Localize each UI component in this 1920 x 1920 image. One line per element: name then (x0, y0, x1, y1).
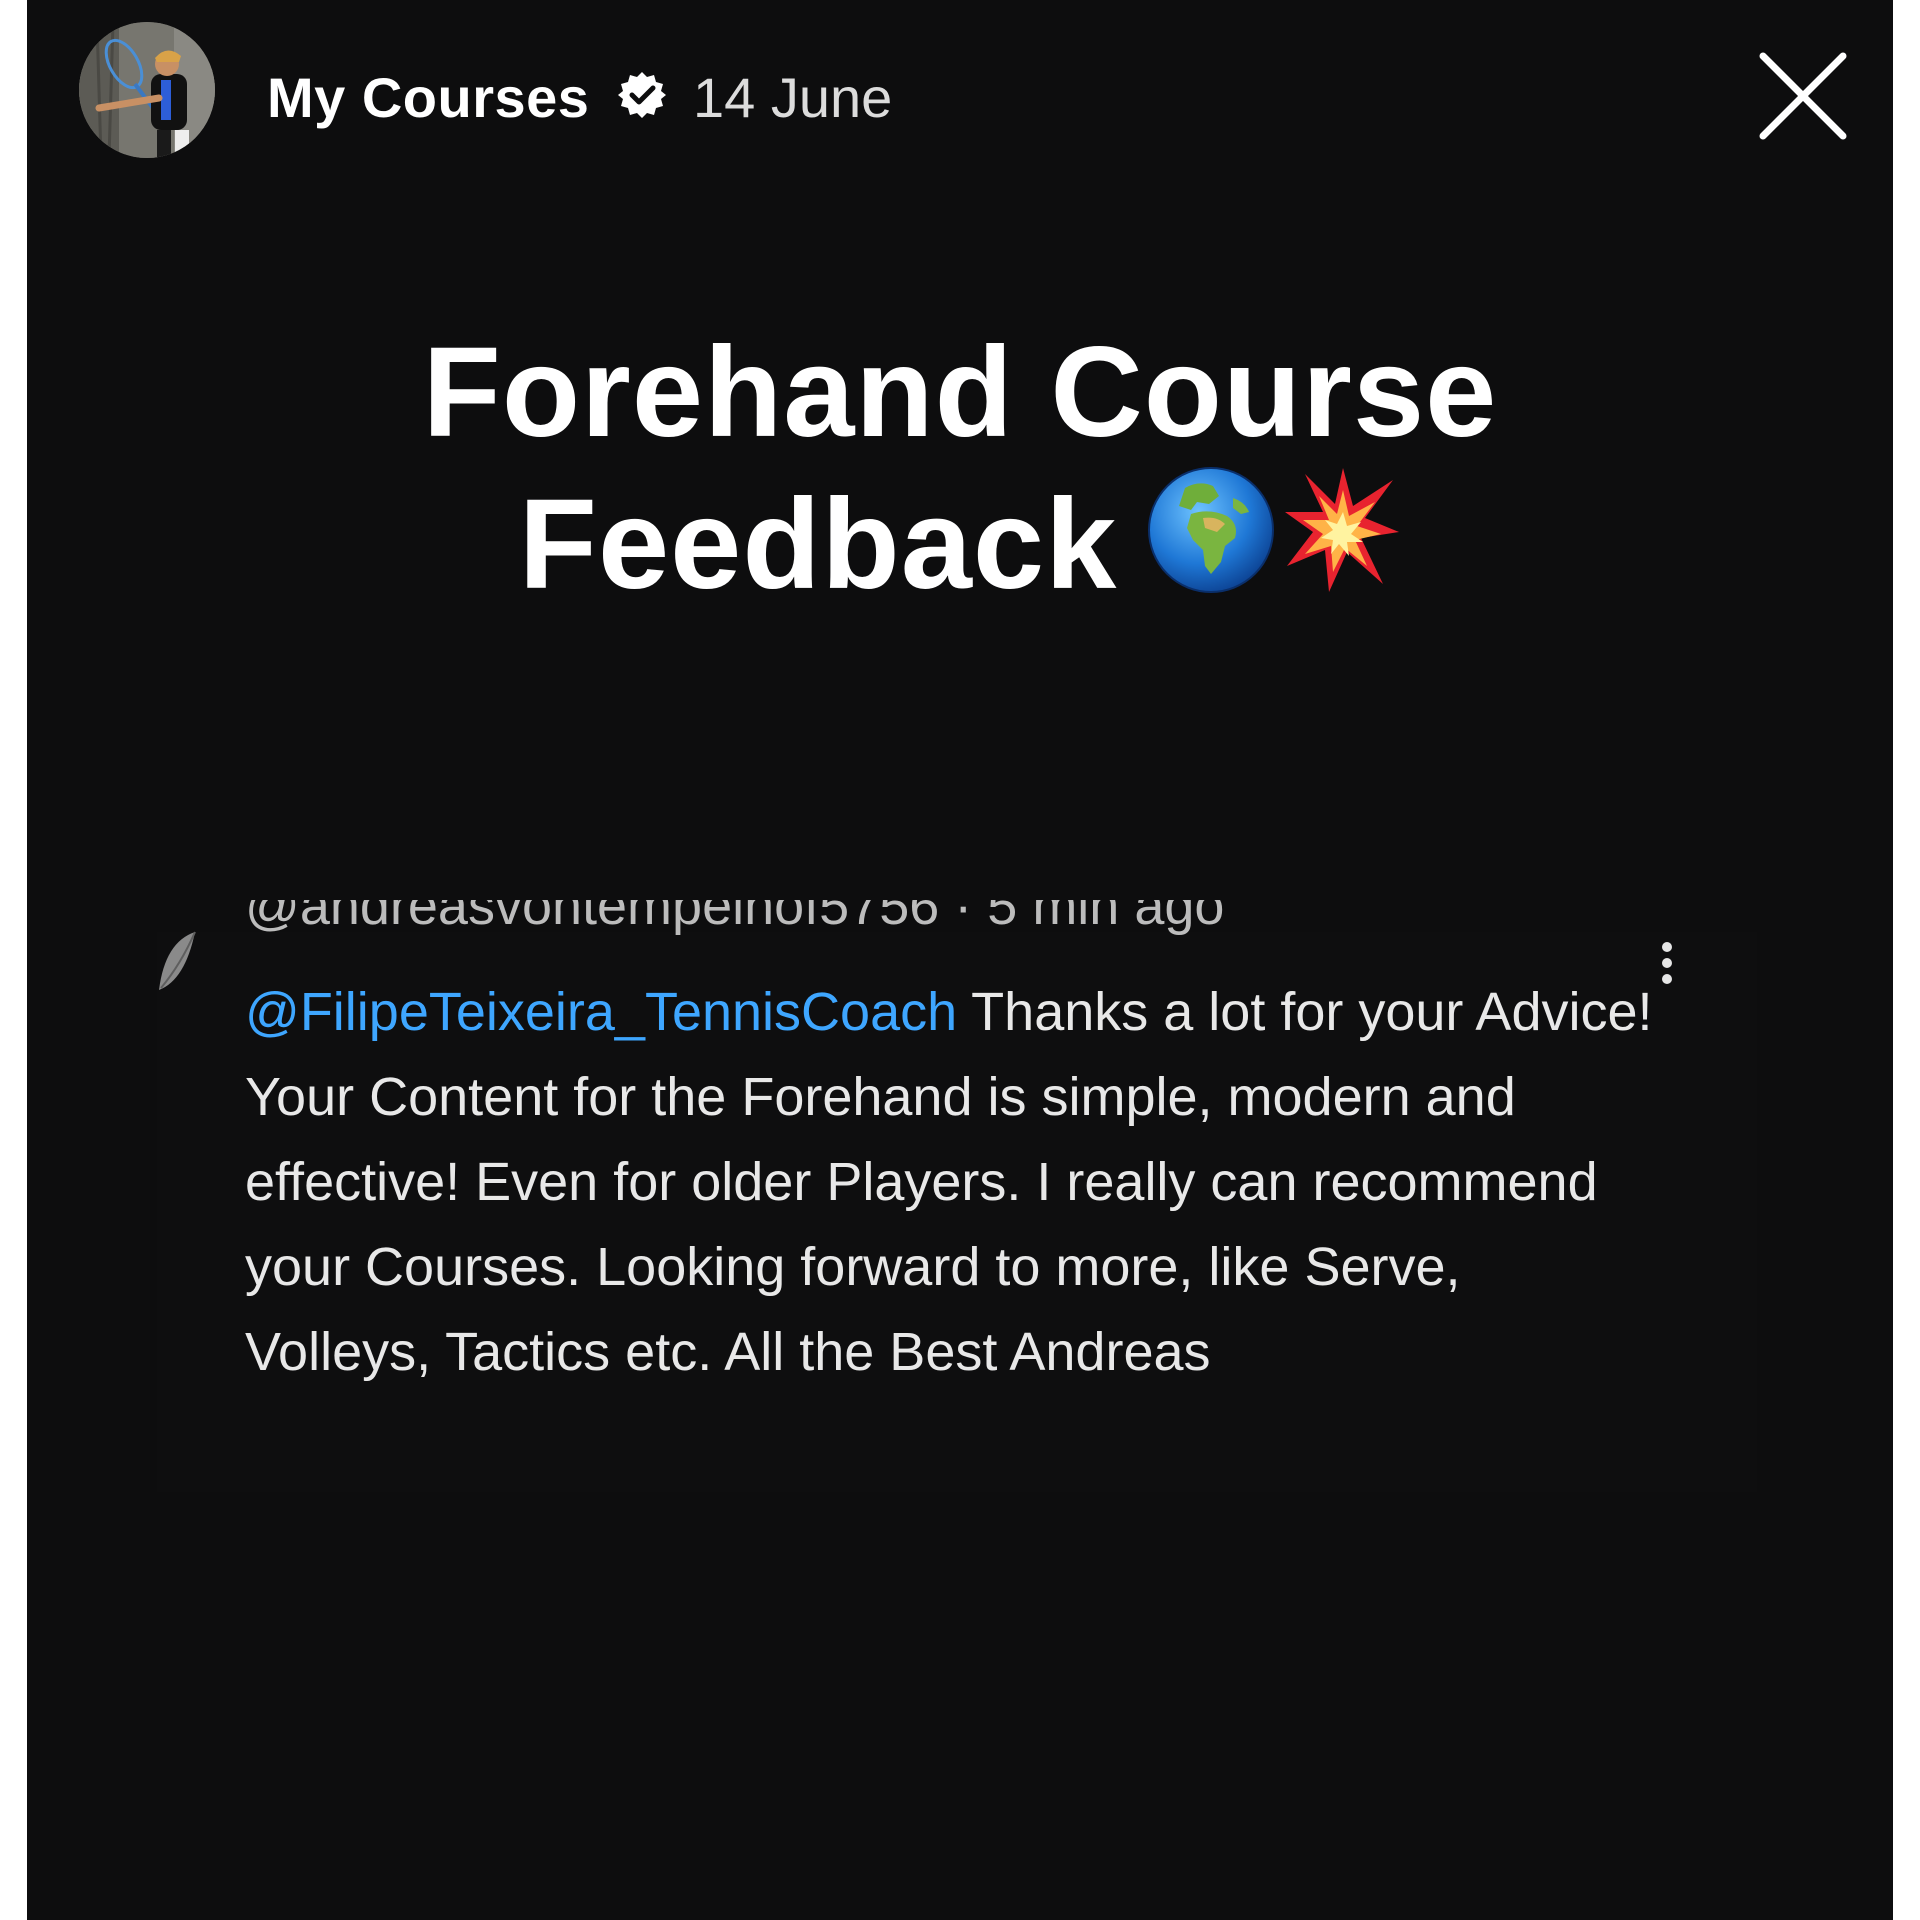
story-viewer: My Courses 14 June Forehand Course Feedb… (27, 0, 1893, 1920)
comment-mention-link[interactable]: @FilipeTeixeira_TennisCoach (245, 982, 957, 1042)
comment-body: @FilipeTeixeira_TennisCoach Thanks a lot… (245, 970, 1655, 1395)
comment-text: Thanks a lot for your Advice! Your Conte… (245, 982, 1653, 1382)
commenter-avatar-partial (159, 931, 196, 990)
globe-africa-europe-icon (1147, 466, 1275, 624)
title-line-1: Forehand Course (422, 321, 1498, 464)
close-icon[interactable] (1755, 48, 1851, 144)
story-date: 14 June (693, 66, 893, 129)
verified-badge-icon (618, 72, 666, 118)
account-name[interactable]: My Courses (267, 58, 589, 138)
title-line-2: Feedback (518, 473, 1118, 616)
title-line-2-row: Feedback (519, 466, 1402, 624)
story-title: Forehand Course Feedback (27, 320, 1893, 624)
comment-username-cutoff: @andreasvontempelhof5756 · 5 min ago (245, 900, 1225, 936)
profile-photo-icon (79, 22, 215, 158)
collision-icon (1283, 466, 1401, 624)
avatar[interactable] (79, 22, 215, 158)
more-vertical-icon[interactable] (1655, 936, 1679, 996)
